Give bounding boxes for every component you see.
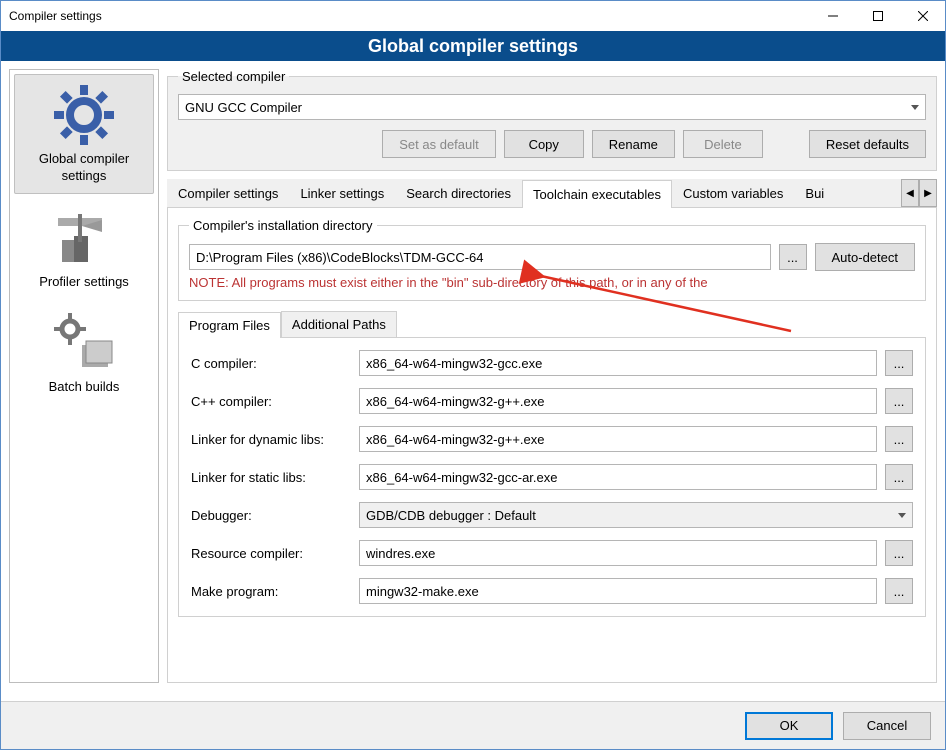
reset-defaults-button[interactable]: Reset defaults	[809, 130, 926, 158]
tab-build-options[interactable]: Bui	[794, 179, 835, 207]
debugger-value: GDB/CDB debugger : Default	[366, 508, 536, 523]
tab-linker-settings[interactable]: Linker settings	[289, 179, 395, 207]
resource-input[interactable]	[359, 540, 877, 566]
sidebar-item-label: Profiler settings	[39, 274, 129, 291]
sidebar-item-label: Batch builds	[49, 379, 120, 396]
subtab-additional-paths[interactable]: Additional Paths	[281, 311, 397, 337]
debugger-select[interactable]: GDB/CDB debugger : Default	[359, 502, 913, 528]
browse-dir-button[interactable]: ...	[779, 244, 807, 270]
rename-button[interactable]: Rename	[592, 130, 675, 158]
c-compiler-input[interactable]	[359, 350, 877, 376]
cpp-compiler-browse[interactable]: ...	[885, 388, 913, 414]
linker-dyn-input[interactable]	[359, 426, 877, 452]
batch-build-icon	[52, 311, 116, 375]
selected-compiler-group: Selected compiler GNU GCC Compiler Set a…	[167, 69, 937, 171]
delete-button[interactable]: Delete	[683, 130, 763, 158]
install-dir-input[interactable]	[189, 244, 771, 270]
minimize-button[interactable]	[810, 1, 855, 31]
titlebar: Compiler settings	[1, 1, 945, 31]
linker-static-label: Linker for static libs:	[191, 470, 351, 485]
gear-icon	[52, 83, 116, 147]
install-dir-note: NOTE: All programs must exist either in …	[189, 275, 915, 290]
tab-scroll-left[interactable]: ◀	[901, 179, 919, 207]
auto-detect-button[interactable]: Auto-detect	[815, 243, 916, 271]
sidebar-item-global-compiler[interactable]: Global compiler settings	[14, 74, 154, 194]
c-compiler-browse[interactable]: ...	[885, 350, 913, 376]
maximize-button[interactable]	[855, 1, 900, 31]
header-bar: Global compiler settings	[1, 31, 945, 61]
resource-label: Resource compiler:	[191, 546, 351, 561]
install-dir-legend: Compiler's installation directory	[189, 218, 377, 233]
chevron-down-icon	[911, 105, 919, 110]
sidebar: Global compiler settings Profiler settin…	[9, 69, 159, 683]
subtabs: Program Files Additional Paths	[178, 311, 926, 337]
tab-body: Compiler's installation directory ... Au…	[167, 208, 937, 683]
linker-static-input[interactable]	[359, 464, 877, 490]
tab-search-directories[interactable]: Search directories	[395, 179, 522, 207]
compiler-select-value: GNU GCC Compiler	[185, 100, 302, 115]
selected-compiler-legend: Selected compiler	[178, 69, 289, 84]
ok-button[interactable]: OK	[745, 712, 833, 740]
make-input[interactable]	[359, 578, 877, 604]
resource-browse[interactable]: ...	[885, 540, 913, 566]
chevron-down-icon	[898, 513, 906, 518]
make-label: Make program:	[191, 584, 351, 599]
copy-button[interactable]: Copy	[504, 130, 584, 158]
cancel-button[interactable]: Cancel	[843, 712, 931, 740]
tab-compiler-settings[interactable]: Compiler settings	[167, 179, 289, 207]
cpp-compiler-label: C++ compiler:	[191, 394, 351, 409]
set-default-button[interactable]: Set as default	[382, 130, 496, 158]
tab-custom-variables[interactable]: Custom variables	[672, 179, 794, 207]
header-title: Global compiler settings	[368, 36, 578, 56]
sidebar-item-batch-builds[interactable]: Batch builds	[14, 303, 154, 404]
install-dir-group: Compiler's installation directory ... Au…	[178, 218, 926, 301]
linker-dyn-label: Linker for dynamic libs:	[191, 432, 351, 447]
subtab-program-files[interactable]: Program Files	[178, 312, 281, 338]
compiler-select[interactable]: GNU GCC Compiler	[178, 94, 926, 120]
subtab-body: C compiler: ... C++ compiler: ... Linker…	[178, 337, 926, 617]
footer: OK Cancel	[1, 701, 945, 749]
sidebar-item-label: Global compiler settings	[19, 151, 149, 185]
sidebar-item-profiler[interactable]: Profiler settings	[14, 198, 154, 299]
tabs: Compiler settings Linker settings Search…	[167, 179, 937, 208]
debugger-label: Debugger:	[191, 508, 351, 523]
linker-static-browse[interactable]: ...	[885, 464, 913, 490]
tab-scroll-right[interactable]: ▶	[919, 179, 937, 207]
make-browse[interactable]: ...	[885, 578, 913, 604]
close-button[interactable]	[900, 1, 945, 31]
linker-dyn-browse[interactable]: ...	[885, 426, 913, 452]
cpp-compiler-input[interactable]	[359, 388, 877, 414]
tab-toolchain-executables[interactable]: Toolchain executables	[522, 180, 672, 208]
window-title: Compiler settings	[9, 9, 102, 23]
profiler-icon	[52, 206, 116, 270]
c-compiler-label: C compiler:	[191, 356, 351, 371]
